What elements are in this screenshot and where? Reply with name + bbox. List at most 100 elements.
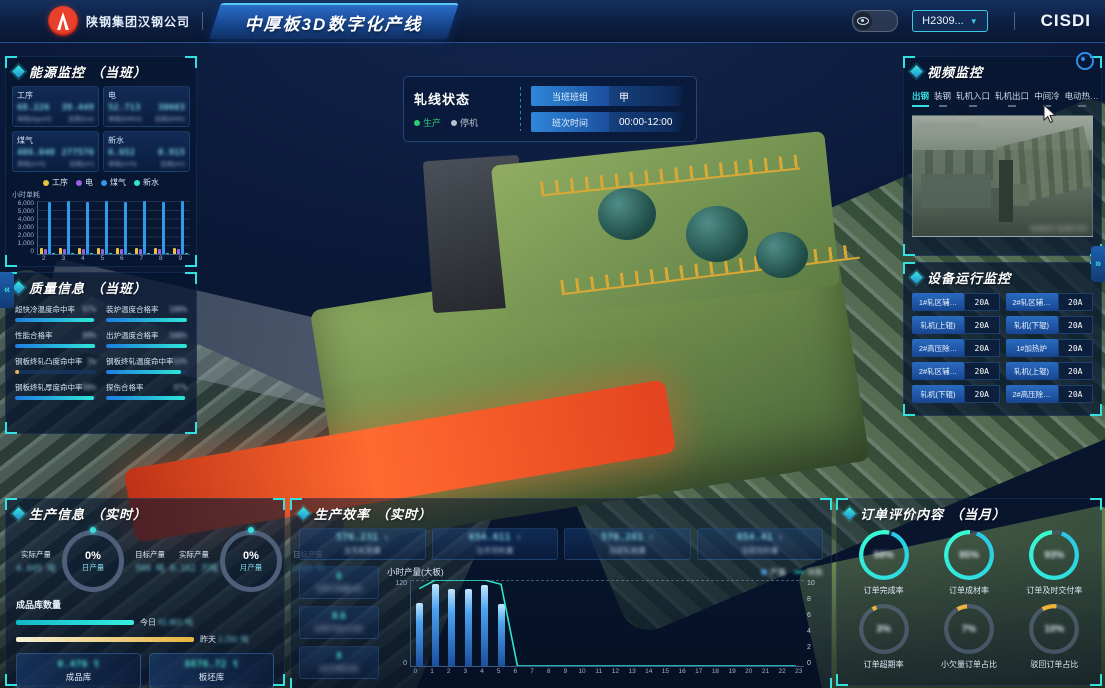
diamond-icon bbox=[910, 271, 923, 284]
legend-label: 电 bbox=[85, 177, 93, 188]
quality-value: 100% bbox=[169, 331, 187, 340]
hourly-chart-legend: 产量块数 bbox=[761, 567, 823, 578]
x-tick: 2 bbox=[440, 668, 457, 675]
quality-label-row: 出炉温度合格率 100% bbox=[106, 330, 187, 341]
corner-bracket bbox=[5, 674, 17, 686]
x-tick: 5 bbox=[490, 668, 507, 675]
warehouse-cards: 0.476 t 成品库 8876.72 t 板坯库 bbox=[6, 645, 284, 688]
inventory-yesterday-text: 昨天 1.291 吨 bbox=[200, 634, 248, 645]
device-pair: 1#加热炉20A bbox=[1006, 339, 1094, 357]
y-tick: 10 bbox=[807, 580, 815, 587]
quality-label: 钢板终轧温度命中率 bbox=[106, 356, 174, 367]
energy-card-name: 电 bbox=[108, 90, 185, 101]
efficiency-stat-card: 576.281 t当班轧制量 bbox=[564, 528, 691, 560]
stat-label: 轧制节奏(分/块) bbox=[300, 624, 378, 634]
energy-card-values: 6.6520.915 bbox=[108, 148, 185, 158]
quality-label-row: 钢板终轧厚度命中率98% bbox=[15, 382, 96, 393]
legend-swatch bbox=[101, 180, 107, 186]
stat-label: 当班轧制量 bbox=[565, 545, 690, 556]
x-tick: 10 bbox=[574, 668, 591, 675]
bar-column bbox=[689, 580, 705, 666]
gauge-wrap: 95% bbox=[944, 530, 994, 580]
energy-card-values: 486.040277576 bbox=[17, 148, 94, 158]
corner-bracket bbox=[903, 404, 915, 416]
panel-title-row: 订单评价内容 （当月） bbox=[837, 499, 1101, 526]
bar-新水 bbox=[90, 253, 93, 254]
progress-fill bbox=[106, 396, 185, 400]
bar-新水 bbox=[166, 253, 169, 254]
video-tab[interactable]: 轧机入口 bbox=[956, 88, 990, 109]
shift-time-label: 班次时间 bbox=[531, 112, 609, 132]
quality-label-row: 性能合格率99% bbox=[15, 330, 96, 341]
legend-swatch bbox=[43, 180, 49, 186]
panel-title-shift: （当班） bbox=[91, 278, 147, 297]
progress-fill bbox=[15, 396, 94, 400]
device-row: 轧机(下辊)20A2#高压除…20A bbox=[912, 385, 1093, 403]
hourly-chart-body: 120 0 1086420 bbox=[387, 580, 823, 667]
x-tick: 19 bbox=[724, 668, 741, 675]
device-value: 20A bbox=[1058, 316, 1094, 334]
daily-output-gauge: 实际产量 6.045 吨 0% 日产量 目标产量 500 吨 bbox=[14, 530, 172, 592]
device-label-chip: 轧机(上辊) bbox=[912, 316, 964, 334]
actual-output-label: 实际产量 bbox=[21, 549, 51, 560]
hourly-chart-plot bbox=[410, 580, 804, 667]
x-tick: 4 bbox=[81, 255, 85, 262]
energy-card: 新水6.6520.915单耗(m³/t)总耗(m³) bbox=[103, 131, 190, 172]
hour-bar bbox=[416, 603, 423, 666]
quality-item: 钢板终轧厚度命中率98% bbox=[15, 382, 96, 400]
panel-title-shift: （实时） bbox=[376, 504, 432, 523]
energy-card: 电52.71330603单耗(kWh/t)总耗(kWh) bbox=[103, 86, 190, 127]
visibility-toggle[interactable] bbox=[852, 10, 898, 32]
inventory-today-row: 今日 61.801 吨 bbox=[16, 617, 274, 628]
video-tab[interactable]: 装钢 bbox=[934, 88, 951, 109]
right-drawer-handle[interactable]: » bbox=[1091, 246, 1105, 282]
device-value: 20A bbox=[1058, 385, 1094, 403]
video-timestamp: 2023-09-11 13:02:45 bbox=[917, 119, 977, 126]
bar-column bbox=[558, 580, 574, 666]
bar-group bbox=[78, 201, 93, 254]
bar-新水 bbox=[52, 253, 55, 254]
bar-煤气 bbox=[86, 202, 89, 254]
video-caption: 轧机出口 轧线方向2 bbox=[1031, 223, 1088, 233]
device-label-chip: 1#加热炉 bbox=[1006, 339, 1058, 357]
gauge-label: 订单超期率 bbox=[864, 659, 904, 670]
legend-label: 块数 bbox=[807, 567, 823, 578]
mouse-cursor bbox=[1043, 104, 1059, 124]
hourly-chart-header: 小时产量(大板) 产量块数 bbox=[387, 566, 823, 578]
inventory-yesterday-bar bbox=[16, 637, 194, 642]
panel-production-info: 生产信息 （实时） 实际产量 6.045 吨 0% 日产量 目标产量 500 吨 bbox=[5, 498, 285, 686]
x-tick: 12 bbox=[607, 668, 624, 675]
target-icon[interactable] bbox=[1076, 52, 1094, 70]
panel-rolling-status: 轧线状态 生产停机 当班班组 甲 班次时间 00:00-12:00 bbox=[403, 76, 697, 142]
video-tab[interactable]: 出钢 bbox=[912, 88, 929, 109]
legend-swatch bbox=[76, 180, 82, 186]
video-tab[interactable]: 电动热… bbox=[1065, 88, 1099, 109]
quality-label: 出炉温度合格率 bbox=[106, 330, 159, 341]
efficiency-stat-cards: 576.231 t当天轧制量654.611 t当天坯料量576.281 t当班轧… bbox=[291, 526, 831, 560]
inventory-yesterday-row: 昨天 1.291 吨 bbox=[16, 634, 274, 645]
x-tick: 3 bbox=[457, 668, 474, 675]
bar-column bbox=[640, 580, 656, 666]
bar-group bbox=[97, 201, 112, 254]
video-tab[interactable]: 轧机出口 bbox=[995, 88, 1029, 109]
bar-group bbox=[154, 201, 169, 254]
bar-工序 bbox=[173, 248, 176, 254]
stat-unit: t bbox=[779, 534, 783, 542]
panel-quality-info: 质量信息 （当班） 超快冷温度命中率97%装炉温度合格率100%性能合格率99%… bbox=[5, 272, 197, 434]
panel-production-efficiency: 生产效率 （实时） 576.231 t当天轧制量654.611 t当天坯料量57… bbox=[290, 498, 832, 688]
video-feed[interactable]: 2023-09-11 13:02:45 轧机出口 轧线方向2 bbox=[912, 115, 1093, 237]
y-tick: 2,000 bbox=[18, 233, 34, 239]
x-tick: 16 bbox=[674, 668, 691, 675]
gauge-label: 小欠量订单占比 bbox=[941, 659, 997, 670]
legend-item: 块数 bbox=[794, 567, 823, 578]
left-drawer-handle[interactable]: « bbox=[0, 272, 14, 308]
slab-yard-card: 8876.72 t 板坯库 bbox=[149, 653, 274, 688]
production-gauges: 实际产量 6.045 吨 0% 日产量 目标产量 500 吨 实际产量 0.16… bbox=[6, 526, 284, 592]
gauge-value: 95% bbox=[959, 550, 979, 561]
x-tick: 8 bbox=[540, 668, 557, 675]
energy-unit-label: 总耗(kWh) bbox=[155, 113, 185, 123]
device-dropdown[interactable]: H2309... ▼ bbox=[912, 10, 988, 32]
corner-bracket bbox=[836, 674, 848, 686]
bar-新水 bbox=[109, 253, 112, 254]
panel-title-row: 生产信息 （实时） bbox=[6, 499, 284, 526]
